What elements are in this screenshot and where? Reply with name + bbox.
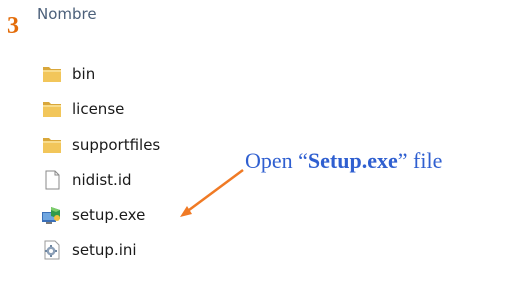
file-name: nidist.id [72, 171, 132, 189]
folder-icon [40, 62, 64, 86]
file-row-nidist-id[interactable]: nidist.id [40, 167, 132, 193]
file-row-bin[interactable]: bin [40, 61, 95, 87]
setup-exe-icon [40, 203, 64, 227]
annotation-suffix: ” file [397, 148, 443, 173]
file-row-setup-exe[interactable]: setup.exe [40, 202, 145, 228]
file-name: license [72, 100, 125, 118]
file-list: bin license supportfiles nidist.id setup… [0, 0, 508, 291]
file-row-supportfiles[interactable]: supportfiles [40, 132, 160, 158]
file-name: setup.exe [72, 206, 146, 224]
file-name: setup.ini [72, 241, 137, 259]
settings-file-icon [40, 238, 64, 262]
annotation-bold-filename: Setup.exe [307, 148, 398, 173]
file-icon [40, 168, 64, 192]
folder-icon [40, 97, 64, 121]
folder-icon [40, 133, 64, 157]
annotation-callout: Open “Setup.exe” file [245, 150, 442, 172]
file-row-setup-ini[interactable]: setup.ini [40, 237, 137, 263]
file-row-license[interactable]: license [40, 96, 124, 122]
file-name: bin [72, 65, 96, 83]
file-name: supportfiles [72, 136, 161, 154]
annotation-prefix: Open “ [245, 148, 308, 173]
